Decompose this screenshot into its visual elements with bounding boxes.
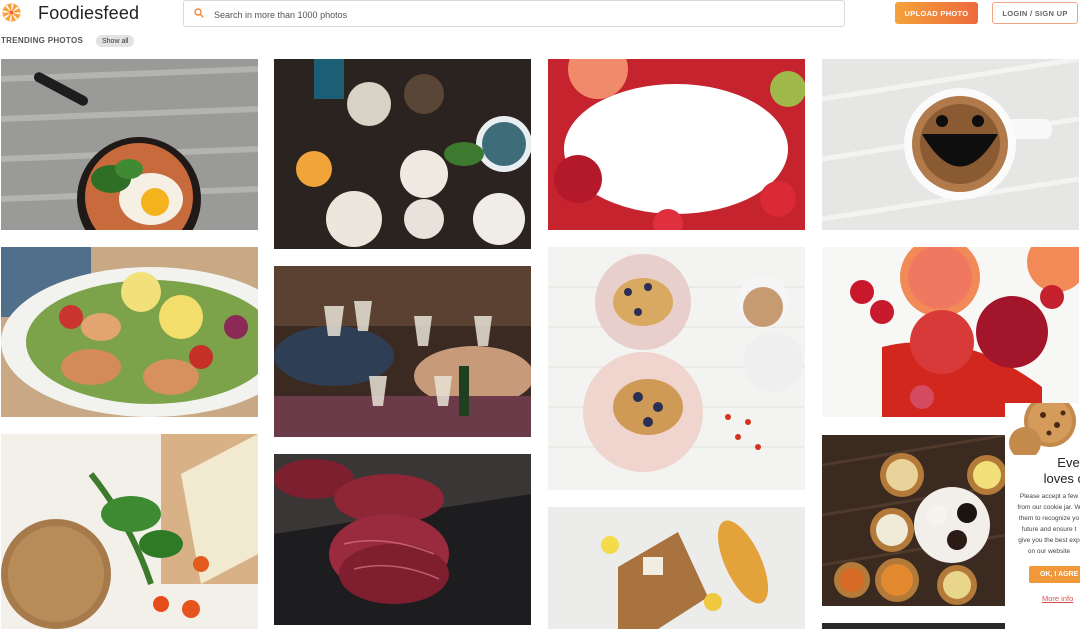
photo-table-dishes[interactable] [274,59,531,249]
cookie-message-line: on our website [1027,548,1071,555]
section-title: TRENDING PHOTOS [1,36,84,45]
photo-partial-bottom[interactable] [822,623,1007,629]
photo-smiling-coffee[interactable] [822,59,1079,230]
cookie-title-line-2: loves cook [1043,471,1080,486]
photo-raw-steak[interactable] [274,454,531,625]
cookie-title: Everyon loves cook [1005,455,1080,487]
photo-cheese-board[interactable] [548,507,805,629]
site-header: Foodiesfeed UPLOAD PHOTO LOGIN / SIGN UP [0,0,1080,30]
search-bar[interactable] [183,0,845,27]
photo-skillet-egg[interactable] [1,59,258,230]
photo-dim-sum[interactable] [822,435,1007,606]
logo-icon[interactable] [2,3,21,22]
photo-grapefruit-apples[interactable] [822,247,1079,417]
cookie-consent-popup: Everyon loves cook Please accept a few f… [1005,403,1080,629]
search-input[interactable] [212,5,816,25]
cookie-message-line: future and ensure t [1021,526,1077,533]
photo-bread-herbs[interactable] [1,434,258,629]
photo-waffles-blueberries[interactable] [548,247,805,490]
photo-salmon-salad[interactable] [1,247,258,417]
cookie-message-line: give you the best exp [1018,537,1080,544]
photo-wine-toast[interactable] [274,266,531,437]
cookie-icon [1009,403,1076,455]
accept-cookies-button[interactable]: OK, I AGRE [1029,566,1080,583]
more-info-link[interactable]: More info [1042,594,1073,603]
login-signup-button[interactable]: LOGIN / SIGN UP [992,2,1078,24]
upload-photo-button[interactable]: UPLOAD PHOTO [895,2,978,24]
cookie-message: Please accept a few from our cookie jar.… [1005,491,1080,557]
cookie-message-line: them to recognize yo [1018,515,1080,522]
show-all-button[interactable]: Show all [96,35,135,47]
logo-text[interactable]: Foodiesfeed [38,3,139,24]
cookie-title-line-1: Everyon [1057,455,1080,470]
cookie-message-line: from our cookie jar. W [1017,504,1080,511]
search-icon [194,8,204,18]
photo-red-fruit-frame[interactable] [548,59,805,230]
cookie-message-line: Please accept a few [1019,493,1079,500]
